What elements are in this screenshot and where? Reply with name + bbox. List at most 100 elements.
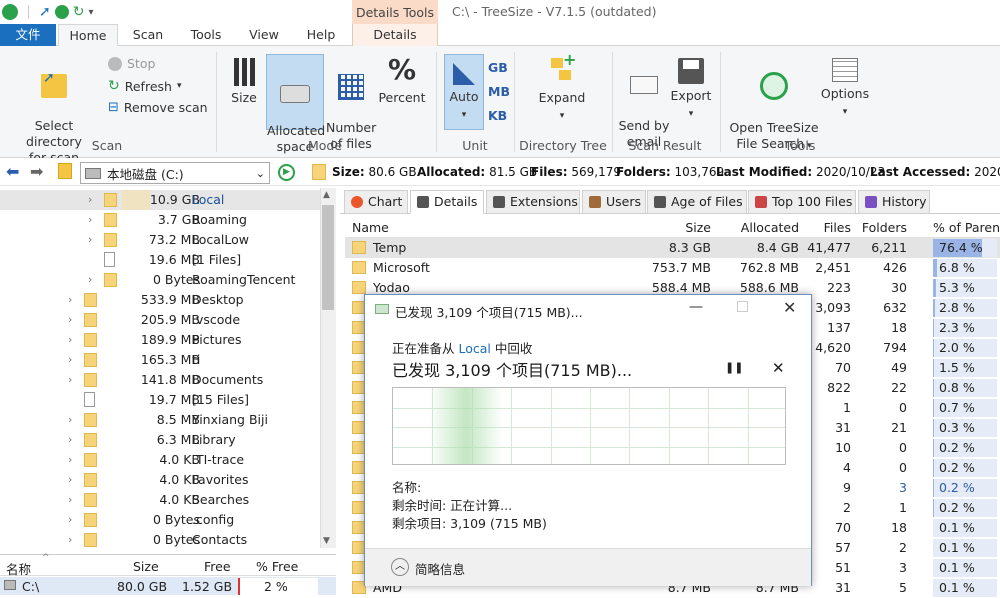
tab-file[interactable]: 文件 xyxy=(0,24,56,46)
expand-chevron-icon[interactable]: › xyxy=(88,233,92,246)
tree-size: 6.3 MB xyxy=(120,432,200,447)
search-icon[interactable] xyxy=(55,5,69,19)
column-size[interactable]: Size xyxy=(631,220,711,235)
expand-chevron-icon[interactable]: › xyxy=(68,333,72,346)
tab-users[interactable]: Users xyxy=(582,190,646,214)
name-label: 名称: xyxy=(392,477,421,496)
up-folder-icon[interactable] xyxy=(58,163,72,179)
folder-icon xyxy=(104,233,117,247)
kb-button[interactable]: KB xyxy=(488,108,507,123)
send-by-email-button[interactable]: Send by email xyxy=(618,60,670,150)
tree-row[interactable]: ›165.3 MBti xyxy=(0,350,320,370)
column-name[interactable]: Name xyxy=(352,220,389,235)
tab-details[interactable]: Details xyxy=(352,24,438,46)
tree-row[interactable]: 19.6 MB[1 Files] xyxy=(0,250,320,270)
expand-chevron-icon[interactable]: › xyxy=(68,413,72,426)
forward-arrow-icon[interactable]: ➡ xyxy=(30,162,43,181)
tree-row[interactable]: ›0 BytesRoamingTencent xyxy=(0,270,320,290)
collapse-icon[interactable]: ︿ xyxy=(391,558,409,576)
column-folders[interactable]: Folders xyxy=(853,220,907,235)
expand-chevron-icon[interactable]: › xyxy=(68,533,72,546)
expand-chevron-icon[interactable]: › xyxy=(68,433,72,446)
expand-chevron-icon[interactable]: › xyxy=(68,353,72,366)
cancel-icon[interactable]: ✕ xyxy=(772,359,785,377)
expand-chevron-icon[interactable]: › xyxy=(68,373,72,386)
expand-button[interactable]: + Expand▾ xyxy=(532,54,592,124)
column-size[interactable]: Size xyxy=(133,559,159,574)
tree-row[interactable]: ›4.0 KBSearches xyxy=(0,490,320,510)
tab-help[interactable]: Help xyxy=(296,24,346,46)
tab-details[interactable]: Details xyxy=(410,190,484,214)
tree-scrollbar-thumb[interactable] xyxy=(322,205,334,310)
tree-row[interactable]: ›8.5 MBYinxiang Biji xyxy=(0,410,320,430)
tree-row[interactable]: ›0 Bytes.config xyxy=(0,510,320,530)
column-pct-free[interactable]: % Free xyxy=(256,559,298,574)
recycle-progress-dialog: 已发现 3,109 个项目(715 MB)... — ✕ 正在准备从 Local… xyxy=(364,294,812,586)
tree-row[interactable]: ›533.9 MBDesktop xyxy=(0,290,320,310)
gb-button[interactable]: GB xyxy=(488,60,508,75)
tree-row[interactable]: 19.7 MB[15 Files] xyxy=(0,390,320,410)
column-free[interactable]: Free xyxy=(204,559,231,574)
remove-scan-button[interactable]: ⊟Remove scan xyxy=(108,100,208,115)
tab-top-100-files[interactable]: Top 100 Files xyxy=(748,190,856,214)
tab-extensions[interactable]: Extensions xyxy=(486,190,580,214)
tree-row[interactable]: ›10.9 GBLocal xyxy=(0,190,320,210)
expand-chevron-icon[interactable]: › xyxy=(88,273,92,286)
details-row[interactable]: Microsoft753.7 MB762.8 MB2,4514266.8 % xyxy=(345,258,1000,278)
tree-row[interactable]: ›73.2 MBLocalLow xyxy=(0,230,320,250)
expand-chevron-icon[interactable]: › xyxy=(68,513,72,526)
tree-row[interactable]: ›4.0 KB.TI-trace xyxy=(0,450,320,470)
less-details-button[interactable]: 简略信息 xyxy=(415,559,465,578)
refresh-icon[interactable]: ↻ xyxy=(73,4,85,20)
allocated-space-button[interactable]: Allocated space xyxy=(266,54,324,130)
drive-selector[interactable]: 本地磁盘 (C:) ⌄ xyxy=(80,162,270,184)
tab-history[interactable]: History xyxy=(858,190,930,214)
mb-button[interactable]: MB xyxy=(488,84,510,99)
arrow-icon[interactable]: ➚ xyxy=(39,4,51,20)
refresh-button[interactable]: ↻Refresh▾ xyxy=(108,78,181,94)
tab-chart[interactable]: Chart xyxy=(344,190,408,214)
expand-chevron-icon[interactable]: › xyxy=(68,293,72,306)
expand-chevron-icon[interactable]: › xyxy=(68,473,72,486)
pct-bar-fill xyxy=(933,299,935,317)
scroll-down-icon[interactable]: ▼ xyxy=(323,536,330,546)
tree-row[interactable]: ›6.3 MBLibrary xyxy=(0,430,320,450)
expand-chevron-icon[interactable]: › xyxy=(68,453,72,466)
expand-chevron-icon[interactable]: › xyxy=(88,193,92,206)
minimize-icon[interactable]: — xyxy=(689,299,703,315)
expand-chevron-icon[interactable]: › xyxy=(68,313,72,326)
expand-chevron-icon[interactable]: › xyxy=(88,213,92,226)
column-files[interactable]: Files xyxy=(801,220,851,235)
tree-row[interactable]: ›141.8 MBDocuments xyxy=(0,370,320,390)
column-allocated[interactable]: Allocated xyxy=(717,220,799,235)
export-button[interactable]: Export▾ xyxy=(670,58,712,122)
tree-row[interactable]: ›0 BytesContacts xyxy=(0,530,320,550)
tree-row[interactable]: ›4.0 KBFavorites xyxy=(0,470,320,490)
options-button[interactable]: Options▾ xyxy=(820,58,870,120)
scroll-up-icon[interactable]: ▲ xyxy=(323,190,330,200)
auto-unit-button[interactable]: Auto▾ xyxy=(444,54,484,130)
percent-button[interactable]: % Percent xyxy=(378,54,426,106)
column-name[interactable]: 名称 xyxy=(6,559,31,578)
start-scan-icon[interactable]: ▶ xyxy=(278,164,295,181)
dropdown-icon[interactable]: ▾ xyxy=(88,7,93,18)
column-pct-parent[interactable]: % of Paren... xyxy=(933,220,1000,235)
tab-age-of-files[interactable]: Age of Files xyxy=(647,190,747,214)
pause-icon[interactable]: ❚❚ xyxy=(725,361,743,374)
tab-scan[interactable]: Scan xyxy=(122,24,174,46)
stop-button[interactable]: Stop xyxy=(108,56,155,71)
tree-row[interactable]: ›205.9 MB.vscode xyxy=(0,310,320,330)
details-row[interactable]: Temp8.3 GB8.4 GB41,4776,21176.4 % xyxy=(345,238,1000,258)
close-icon[interactable]: ✕ xyxy=(783,298,796,317)
size-button[interactable]: Size xyxy=(226,58,262,106)
cell-folders: 5 xyxy=(853,580,907,595)
expand-chevron-icon[interactable]: › xyxy=(68,493,72,506)
tree-row[interactable]: ›189.9 MBPictures xyxy=(0,330,320,350)
source-link[interactable]: Local xyxy=(458,341,490,356)
tab-tools[interactable]: Tools xyxy=(180,24,232,46)
tree-row[interactable]: ›3.7 GBRoaming xyxy=(0,210,320,230)
back-arrow-icon[interactable]: ⬅ xyxy=(6,162,19,181)
tab-home[interactable]: Home xyxy=(58,24,118,47)
tab-view[interactable]: View xyxy=(238,24,290,46)
drive-row[interactable]: C:\ 80.0 GB 1.52 GB 2 % xyxy=(0,577,336,595)
